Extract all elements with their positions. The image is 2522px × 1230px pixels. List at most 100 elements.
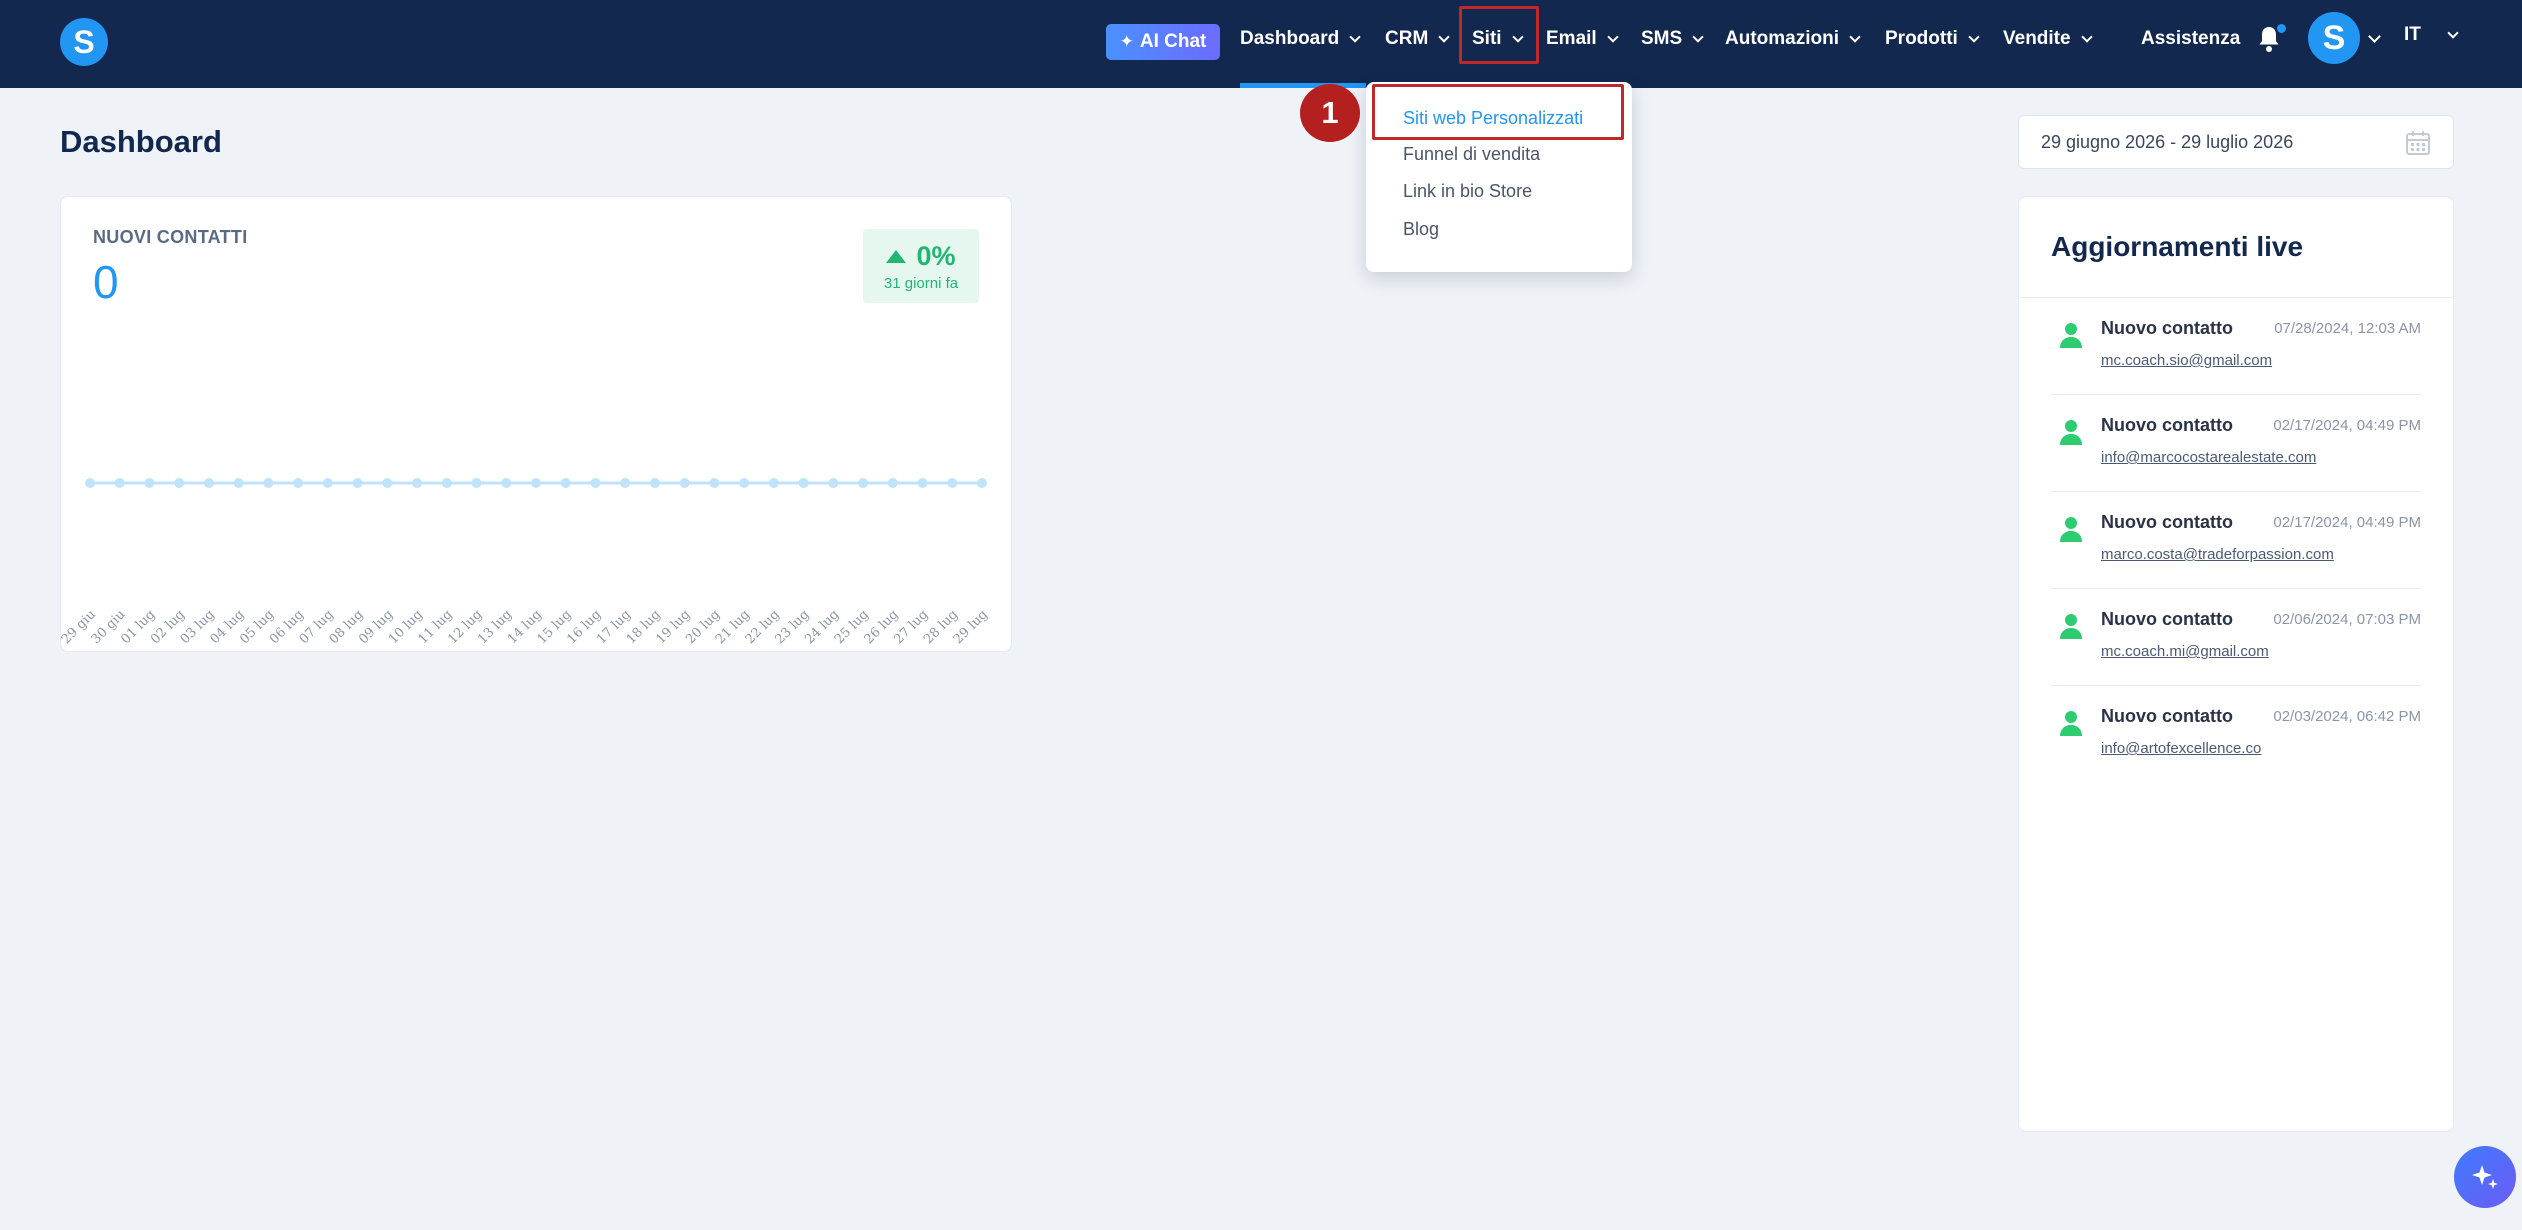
chevron-down-icon	[1607, 30, 1619, 43]
data-point	[709, 478, 720, 488]
nav-dashboard[interactable]: Dashboard	[1240, 24, 1361, 54]
language-selector[interactable]: IT	[2404, 24, 2459, 46]
person-icon	[2060, 517, 2082, 542]
live-updates-card: Aggiornamenti live Nuovo contatto 07/28/…	[2018, 196, 2454, 1132]
live-item-name: Nuovo contatto	[2101, 415, 2233, 435]
list-item: Nuovo contatto 02/03/2024, 06:42 PM info…	[2051, 686, 2421, 783]
assistant-fab-button[interactable]	[2454, 1146, 2516, 1208]
sparkle-icon	[2472, 1165, 2498, 1189]
live-item-time: 02/17/2024, 04:49 PM	[2273, 514, 2421, 531]
data-point	[649, 478, 660, 488]
nav-prodotti-label: Prodotti	[1885, 28, 1958, 49]
chevron-down-icon	[1968, 30, 1980, 43]
chevron-down-icon	[1349, 30, 1361, 43]
live-item-name: Nuovo contatto	[2101, 318, 2233, 338]
nav-email[interactable]: Email	[1546, 24, 1619, 54]
live-item-name: Nuovo contatto	[2101, 512, 2233, 532]
date-range-text: 29 giugno 2026 - 29 luglio 2026	[2041, 131, 2294, 152]
live-updates-title: Aggiornamenti live	[2051, 231, 2304, 262]
chevron-down-icon	[2447, 26, 2459, 39]
data-point	[560, 478, 571, 488]
menu-item-blog[interactable]: Blog	[1403, 219, 1439, 240]
data-point	[887, 478, 898, 488]
new-contacts-card: NUOVI CONTATTI 0 0% 31 giorni fa 29 giu 3…	[60, 196, 1012, 652]
live-item-name: Nuovo contatto	[2101, 609, 2233, 629]
live-item-email[interactable]: mc.coach.sio@gmail.com	[2101, 352, 2272, 369]
chevron-down-icon	[2080, 30, 2093, 43]
data-point	[798, 478, 809, 488]
chevron-down-icon[interactable]	[2368, 30, 2381, 43]
data-point	[947, 478, 958, 488]
live-item-email[interactable]: marco.costa@tradeforpassion.com	[2101, 546, 2334, 563]
live-item-time: 02/17/2024, 04:49 PM	[2273, 417, 2421, 434]
app-logo[interactable]: S	[60, 18, 108, 66]
nav-prodotti[interactable]: Prodotti	[1885, 24, 1980, 54]
nav-dashboard-label: Dashboard	[1240, 28, 1340, 49]
ai-chat-label: AI Chat	[1139, 31, 1207, 52]
top-navigation-bar: S ✦ AI Chat Dashboard CRM Siti Email SMS…	[0, 0, 2522, 88]
data-point	[441, 478, 452, 488]
date-range-picker[interactable]: 29 giugno 2026 - 29 luglio 2026	[2018, 115, 2454, 169]
x-tick-label: 29 lug	[951, 607, 991, 647]
nav-assistenza[interactable]: Assistenza	[2141, 24, 2240, 54]
data-point	[768, 478, 779, 488]
data-point	[263, 478, 274, 488]
chevron-down-icon	[1849, 30, 1861, 43]
list-item: Nuovo contatto 07/28/2024, 12:03 AM mc.c…	[2051, 298, 2421, 395]
menu-item-highlight-box	[1372, 84, 1624, 140]
data-point	[144, 478, 155, 488]
data-point	[828, 478, 839, 488]
calendar-icon	[2406, 131, 2430, 155]
person-icon	[2060, 614, 2082, 639]
data-point	[858, 478, 869, 488]
nav-sms[interactable]: SMS	[1641, 24, 1704, 54]
live-item-time: 07/28/2024, 12:03 AM	[2274, 320, 2421, 337]
nav-crm[interactable]: CRM	[1385, 24, 1450, 54]
avatar[interactable]: S	[2308, 12, 2360, 64]
language-label: IT	[2404, 24, 2421, 45]
nav-vendite-label: Vendite	[2003, 28, 2071, 49]
data-point	[412, 478, 423, 488]
data-point	[114, 478, 125, 488]
contacts-line-chart: 29 giu30 giu01 lug02 lug03 lug04 lug05 l…	[61, 478, 991, 647]
sparkle-icon: ✦	[1119, 32, 1134, 51]
nav-email-label: Email	[1546, 28, 1597, 49]
notification-dot	[2277, 24, 2286, 33]
data-point	[590, 478, 601, 488]
active-nav-indicator	[1240, 83, 1366, 88]
nav-sms-label: SMS	[1641, 28, 1683, 49]
nav-vendite[interactable]: Vendite	[2003, 24, 2093, 54]
data-point	[174, 478, 185, 488]
ai-chat-button[interactable]: ✦ AI Chat	[1106, 24, 1220, 60]
data-point	[322, 478, 333, 488]
list-item: Nuovo contatto 02/17/2024, 04:49 PM marc…	[2051, 492, 2421, 589]
live-item-email[interactable]: mc.coach.mi@gmail.com	[2101, 643, 2269, 660]
chevron-down-icon	[1692, 30, 1704, 43]
person-icon	[2060, 420, 2082, 445]
data-point	[531, 478, 541, 488]
live-item-time: 02/03/2024, 06:42 PM	[2273, 708, 2421, 725]
list-item: Nuovo contatto 02/17/2024, 04:49 PM info…	[2051, 395, 2421, 492]
live-item-name: Nuovo contatto	[2101, 706, 2233, 726]
nav-crm-label: CRM	[1385, 28, 1429, 49]
data-point	[85, 478, 95, 488]
person-icon	[2060, 711, 2082, 736]
live-item-email[interactable]: info@artofexcellence.co	[2101, 740, 2261, 757]
live-item-time: 02/06/2024, 07:03 PM	[2273, 611, 2421, 628]
data-point	[620, 478, 631, 488]
list-item: Nuovo contatto 02/06/2024, 07:03 PM mc.c…	[2051, 589, 2421, 686]
page-title: Dashboard	[60, 124, 222, 159]
data-point	[203, 478, 214, 488]
live-item-email[interactable]: info@marcocostarealestate.com	[2101, 449, 2316, 466]
data-point	[501, 478, 512, 488]
data-point	[233, 478, 244, 488]
menu-item-funnel-di-vendita[interactable]: Funnel di vendita	[1403, 144, 1540, 165]
data-point	[977, 478, 987, 488]
step-number-badge: 1	[1300, 84, 1360, 142]
nav-automazioni-label: Automazioni	[1725, 28, 1839, 49]
menu-item-link-in-bio-store[interactable]: Link in bio Store	[1403, 181, 1532, 202]
nav-automazioni[interactable]: Automazioni	[1725, 24, 1861, 54]
data-point	[471, 478, 482, 488]
nav-assistenza-label: Assistenza	[2141, 28, 2241, 49]
data-point	[739, 478, 750, 488]
